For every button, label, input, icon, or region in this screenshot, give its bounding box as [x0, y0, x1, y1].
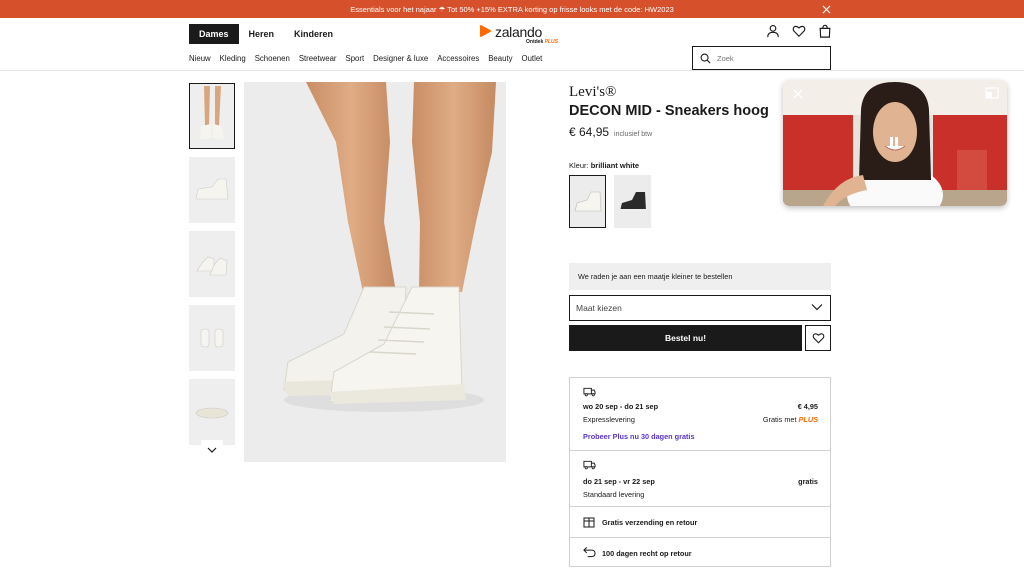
nav-item-nieuw[interactable]: Nieuw — [189, 54, 211, 63]
truck-icon — [583, 460, 596, 470]
user-icon[interactable] — [766, 24, 780, 38]
header: Dames Heren Kinderen zalando Ontdek PLUS — [189, 22, 832, 46]
thumbnail-legs-image — [200, 86, 224, 139]
color-value: brilliant white — [590, 161, 640, 170]
heart-icon[interactable] — [792, 24, 806, 38]
chevron-down-icon — [207, 447, 217, 453]
free-with-plus: Gratis met PLUS — [762, 415, 818, 424]
size-dropdown[interactable]: Maat kiezen — [569, 295, 831, 321]
logo-subline: Ontdek PLUS — [526, 39, 558, 45]
search-input[interactable] — [717, 53, 817, 63]
bag-icon[interactable] — [818, 24, 832, 38]
thumbnails-scroll-down[interactable] — [201, 440, 223, 460]
return-arrow-icon — [583, 546, 596, 558]
thumbnail-back-image — [200, 328, 224, 348]
header-divider — [0, 70, 1024, 71]
wishlist-button[interactable] — [805, 325, 831, 351]
chevron-down-icon — [811, 304, 823, 311]
tab-dames[interactable]: Dames — [189, 24, 239, 44]
close-icon[interactable] — [820, 3, 832, 15]
price-row: € 64,95 inclusief btw — [569, 125, 652, 139]
header-icons — [766, 24, 832, 38]
express-dates: wo 20 sep - do 21 sep — [583, 402, 659, 411]
standard-delivery-section: do 21 sep - vr 22 sep gratis Standaard l… — [570, 450, 830, 506]
thumbnail-5[interactable] — [189, 379, 235, 445]
color-swatch-black[interactable] — [614, 175, 651, 228]
color-label: Kleur: — [569, 161, 589, 170]
product-price: € 64,95 — [569, 125, 610, 139]
nav-item-schoenen[interactable]: Schoenen — [255, 54, 290, 63]
zalando-logo[interactable]: zalando Ontdek PLUS — [479, 24, 558, 45]
color-label-row: Kleur: brilliant white — [569, 161, 639, 170]
tab-kinderen[interactable]: Kinderen — [284, 24, 343, 44]
thumbnail-strip — [189, 83, 236, 463]
standard-type: Standaard levering — [583, 490, 645, 499]
truck-icon — [583, 387, 596, 397]
express-price: € 4,95 — [797, 402, 818, 411]
product-brand[interactable]: Levi's® — [569, 84, 616, 101]
express-delivery-section: wo 20 sep - do 21 sep € 4,95 Expressleve… — [570, 378, 830, 450]
product-photo-legs-sneakers — [282, 82, 496, 412]
nav-item-accessoires[interactable]: Accessoires — [437, 54, 479, 63]
product-title: DECON MID - Sneakers hoog — [569, 103, 769, 119]
free-shipping-section: Gratis verzending en retour — [570, 506, 830, 537]
video-popup[interactable] — [783, 80, 1007, 206]
promo-banner[interactable]: Essentials voor het najaar ☂ Tot 50% +15… — [0, 0, 1024, 18]
tab-heren[interactable]: Heren — [239, 24, 285, 44]
thumbnail-4[interactable] — [189, 305, 235, 371]
white-sneaker-icon — [574, 191, 601, 211]
search-icon — [700, 53, 711, 63]
delivery-info: wo 20 sep - do 21 sep € 4,95 Expressleve… — [569, 377, 831, 567]
nav-item-kleding[interactable]: Kleding — [220, 54, 246, 63]
nav-item-designer[interactable]: Designer & luxe — [373, 54, 428, 63]
gender-tabs: Dames Heren Kinderen — [189, 24, 343, 44]
heart-icon — [812, 333, 824, 344]
express-type: Expresslevering — [583, 415, 635, 424]
size-select-placeholder: Maat kiezen — [576, 303, 622, 313]
black-sneaker-icon — [619, 191, 646, 211]
size-advice: We raden je aan een maatje kleiner te be… — [569, 263, 831, 290]
thumbnail-2[interactable] — [189, 157, 235, 223]
standard-price: gratis — [798, 477, 818, 486]
order-button[interactable]: Bestel nu! — [569, 325, 802, 351]
expand-icon[interactable] — [985, 87, 999, 99]
promo-text: Essentials voor het najaar ☂ Tot 50% +15… — [350, 4, 674, 14]
logo-word: zalando — [495, 24, 542, 40]
logo-mark-icon — [480, 25, 492, 37]
vat-note: inclusief btw — [614, 131, 653, 138]
returns-section: 100 dagen recht op retour — [570, 537, 830, 567]
nav-item-outlet[interactable]: Outlet — [522, 54, 543, 63]
plus-trial-link[interactable]: Probeer Plus nu 30 dagen gratis — [583, 432, 695, 441]
close-icon[interactable] — [793, 89, 803, 99]
search-box[interactable] — [692, 46, 831, 70]
free-shipping-text: Gratis verzending en retour — [602, 518, 698, 527]
returns-text: 100 dagen recht op retour — [602, 549, 692, 558]
standard-dates: do 21 sep - vr 22 sep — [583, 477, 655, 486]
package-icon — [583, 517, 595, 528]
category-nav: Nieuw Kleding Schoenen Streetwear Sport … — [189, 54, 551, 63]
nav-item-beauty[interactable]: Beauty — [488, 54, 512, 63]
nav-item-streetwear[interactable]: Streetwear — [299, 54, 337, 63]
thumbnail-sole-image — [195, 407, 229, 419]
pause-icon[interactable] — [889, 136, 899, 148]
thumbnail-3[interactable] — [189, 231, 235, 297]
color-swatch-white[interactable] — [569, 175, 606, 228]
thumbnail-side-image — [195, 178, 229, 200]
nav-item-sport[interactable]: Sport — [346, 54, 365, 63]
main-product-image[interactable] — [244, 82, 506, 462]
thumbnail-1[interactable] — [189, 83, 235, 149]
thumbnail-pair-image — [196, 256, 228, 276]
